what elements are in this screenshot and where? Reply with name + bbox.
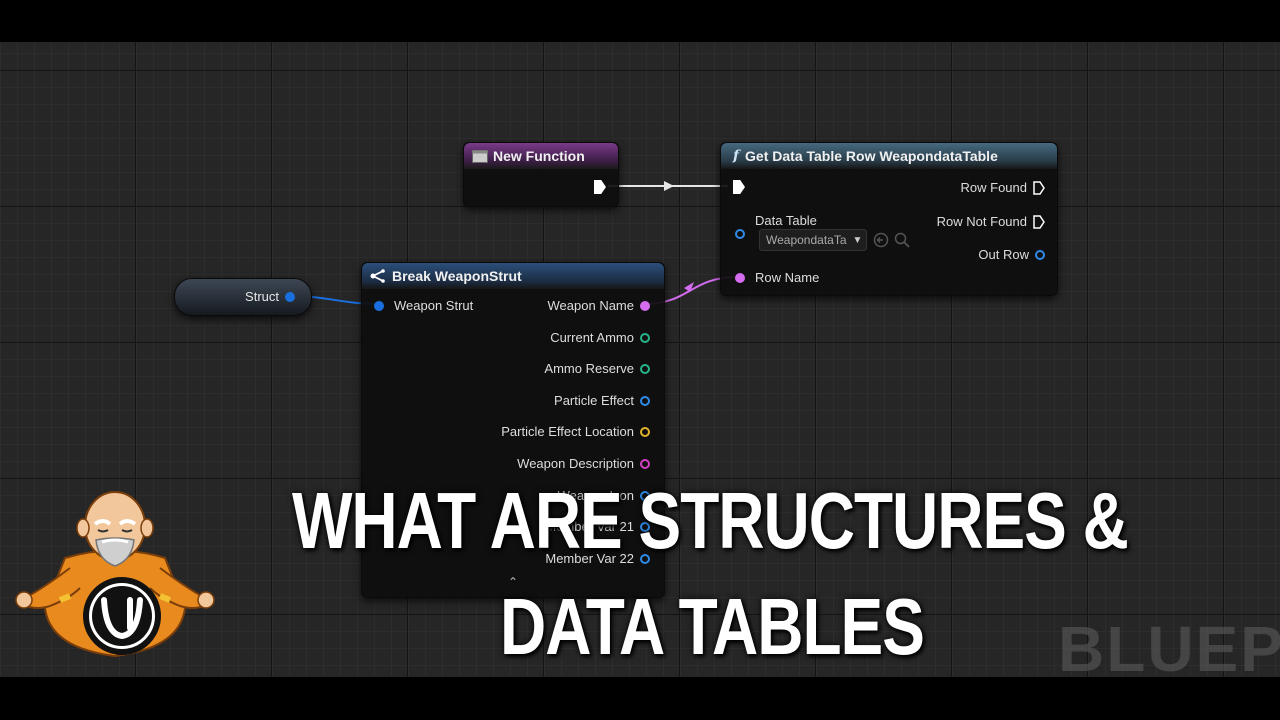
break-output-row: Ammo Reserve — [544, 361, 650, 376]
break-output-row: Particle Effect — [554, 393, 650, 408]
output-label: Ammo Reserve — [544, 361, 634, 376]
browse-icon[interactable] — [873, 232, 889, 248]
break-struct-header: Break WeaponStrut — [362, 263, 664, 289]
row-name-label: Row Name — [755, 270, 820, 285]
letterbox-top — [0, 0, 1280, 42]
exec-output-pin[interactable] — [594, 180, 606, 194]
weapon-strut-label: Weapon Strut — [394, 298, 474, 313]
chevron-down-icon: ▼ — [852, 234, 863, 246]
row-found-label: Row Found — [960, 180, 1027, 195]
break-output-row: Current Ammo — [550, 330, 650, 345]
exec-wire-arrow — [664, 181, 674, 191]
data-table-pin[interactable] — [735, 229, 745, 239]
exec-input-pin[interactable] — [733, 180, 745, 194]
letterbox-bottom — [0, 677, 1280, 720]
output-label: Weapon Description — [517, 456, 634, 471]
out-row-pin[interactable] — [1035, 249, 1045, 260]
zoom-icon[interactable] — [894, 232, 910, 248]
get-data-table-row-node[interactable]: f Get Data Table Row WeapondataTable Row… — [720, 142, 1058, 296]
blueprint-graph[interactable]: Struct New Function f Get Data Table Row… — [0, 42, 1280, 677]
row-name-pin[interactable] — [735, 272, 745, 283]
struct-variable-node[interactable]: Struct — [174, 278, 312, 316]
new-function-title: New Function — [493, 148, 585, 164]
row-found-pin[interactable] — [1033, 180, 1045, 195]
watermark-text: BLUEPI — [1058, 613, 1280, 677]
output-pin-particle-effect-location[interactable] — [640, 426, 650, 437]
output-pin-particle-effect[interactable] — [640, 395, 650, 406]
output-label: Particle Effect Location — [501, 424, 634, 439]
break-output-row: Weapon Name — [548, 298, 650, 313]
title-line-2: DATA TABLES — [500, 581, 925, 672]
data-table-label: Data Table — [755, 213, 817, 228]
output-pin-ammo-reserve[interactable] — [640, 363, 650, 374]
new-function-header: New Function — [464, 143, 618, 169]
break-struct-title: Break WeaponStrut — [392, 268, 522, 284]
struct-output-pin[interactable] — [285, 291, 295, 302]
name-wire-arrow — [684, 282, 694, 292]
function-entry-icon — [472, 149, 488, 163]
output-pin-weapon-name[interactable] — [640, 300, 650, 311]
row-not-found-pin[interactable] — [1033, 214, 1045, 229]
output-pin-weapon-description[interactable] — [640, 458, 650, 469]
out-row-label: Out Row — [978, 247, 1029, 262]
output-label: Particle Effect — [554, 393, 634, 408]
get-row-header: f Get Data Table Row WeapondataTable — [721, 143, 1057, 169]
output-pin-current-ammo[interactable] — [640, 332, 650, 343]
mascot-logo — [15, 491, 215, 658]
break-output-row: Particle Effect Location — [501, 424, 650, 439]
break-struct-icon — [370, 269, 385, 283]
output-label: Weapon Name — [547, 298, 634, 313]
new-function-node[interactable]: New Function — [463, 142, 619, 207]
title-line-1: WHAT ARE STRUCTURES & — [292, 475, 1129, 566]
function-icon: f — [733, 148, 740, 164]
row-not-found-label: Row Not Found — [936, 214, 1027, 229]
data-table-dropdown[interactable]: WeapondataTa ▼ — [759, 229, 867, 251]
get-row-title: Get Data Table Row WeapondataTable — [745, 148, 998, 164]
weapon-strut-input-pin[interactable] — [374, 300, 384, 311]
data-table-value: WeapondataTa — [766, 233, 847, 247]
break-output-row: Weapon Description — [517, 456, 650, 471]
output-label: Current Ammo — [550, 330, 634, 345]
struct-label: Struct — [245, 289, 279, 304]
